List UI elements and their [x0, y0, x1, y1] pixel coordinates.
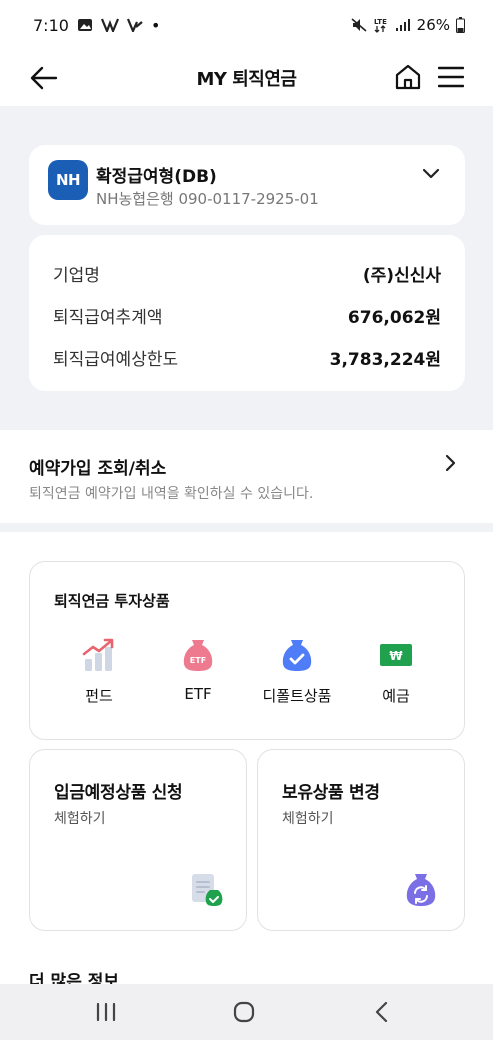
- product-deposit[interactable]: ₩ 예금: [346, 637, 446, 717]
- status-time: 7:10: [33, 15, 69, 35]
- product-default[interactable]: 디폴트상품: [247, 637, 347, 717]
- app-icon: [100, 18, 119, 32]
- deposit-bill-icon: ₩: [380, 644, 412, 666]
- account-selector[interactable]: NH: [29, 145, 465, 225]
- fund-chart-icon: [82, 638, 114, 671]
- apply-product-card[interactable]: 입금예정상품 신청 체험하기: [29, 749, 247, 931]
- change-product-card[interactable]: 보유상품 변경 체험하기: [257, 749, 465, 931]
- svg-text:LTE: LTE: [374, 18, 387, 26]
- reservation-title: 예약가입 조회/취소: [29, 459, 167, 479]
- battery-percent: 26%: [416, 16, 450, 34]
- app-header: MY 퇴직연금: [0, 50, 493, 106]
- bag-refresh-icon: [406, 874, 436, 906]
- page-title: MY 퇴직연금: [196, 69, 297, 90]
- etf-bag-icon: ETF: [183, 640, 213, 671]
- apply-product-subtitle: 체험하기: [54, 811, 106, 827]
- expected-limit-label: 퇴직급여예상한도: [53, 350, 179, 370]
- more-info-heading: 더 많은 정보: [29, 972, 120, 984]
- product-fund[interactable]: 펀드: [49, 637, 149, 717]
- product-deposit-label: 예금: [382, 687, 410, 705]
- app-icon: [126, 18, 143, 32]
- lte-icon: LTE: [373, 17, 389, 33]
- account-number: NH농협은행 090-0117-2925-01: [96, 190, 319, 208]
- won-badge-text: ₩: [389, 649, 403, 663]
- change-product-title: 보유상품 변경: [282, 783, 380, 803]
- default-product-bag-icon: [282, 640, 312, 671]
- hamburger-menu-icon[interactable]: [438, 65, 464, 89]
- estimated-benefit-value: 676,062원: [347, 308, 441, 328]
- product-fund-label: 펀드: [85, 687, 113, 705]
- change-product-subtitle: 체험하기: [282, 811, 334, 827]
- apply-product-title: 입금예정상품 신청: [54, 783, 183, 803]
- gallery-icon: [77, 18, 93, 32]
- investment-products-card: 퇴직연금 투자상품 펀드 ETF ETF 디폴트상품 ₩ 예금: [29, 561, 465, 740]
- company-name-label: 기업명: [53, 266, 100, 286]
- mute-icon: [351, 18, 367, 32]
- reservation-section[interactable]: 예약가입 조회/취소 퇴직연금 예약가입 내역을 확인하실 수 있습니다.: [0, 430, 493, 523]
- status-dot: •: [150, 15, 161, 35]
- chevron-right-icon[interactable]: [441, 454, 459, 472]
- company-name-value: (주)신신사: [362, 266, 441, 286]
- product-etf[interactable]: ETF ETF: [148, 637, 248, 717]
- document-check-icon: [192, 874, 223, 906]
- etf-badge-text: ETF: [190, 656, 206, 665]
- product-default-label: 디폴트상품: [262, 687, 332, 705]
- system-nav-bar: [0, 984, 493, 1040]
- recent-apps-icon[interactable]: [94, 1000, 118, 1024]
- back-chevron-icon[interactable]: [370, 1000, 394, 1024]
- back-arrow-icon[interactable]: [30, 65, 58, 91]
- products-area: 퇴직연금 투자상품 펀드 ETF ETF 디폴트상품 ₩ 예금 입금예정상품 신…: [0, 532, 493, 984]
- expected-limit-value: 3,783,224원: [329, 350, 441, 370]
- signal-icon: [395, 18, 411, 32]
- home-circle-icon[interactable]: [232, 1000, 256, 1024]
- nh-bank-logo: NH: [48, 160, 88, 200]
- account-type: 확정급여형(DB): [96, 167, 217, 187]
- product-etf-label: ETF: [184, 685, 212, 703]
- estimated-benefit-label: 퇴직급여추계액: [53, 308, 163, 328]
- chevron-down-icon[interactable]: [421, 166, 441, 182]
- investment-products-title: 퇴직연금 투자상품: [54, 592, 170, 610]
- reservation-description: 퇴직연금 예약가입 내역을 확인하실 수 있습니다.: [29, 486, 314, 502]
- status-bar: 7:10 • LTE 26%: [0, 0, 493, 50]
- battery-icon: [456, 17, 465, 33]
- home-icon[interactable]: [394, 63, 422, 91]
